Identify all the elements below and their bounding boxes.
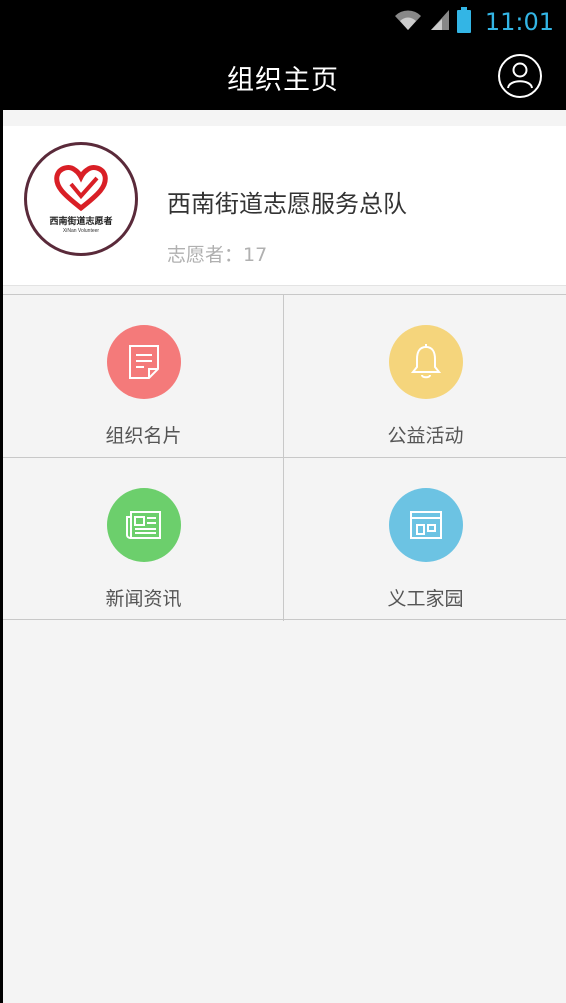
page-title: 组织主页 (227, 64, 339, 96)
menu-grid: 组织名片 公益活动 新闻资讯 义工家园 (3, 294, 566, 621)
card-icon (106, 325, 181, 399)
status-bar: 11:01 (0, 0, 566, 44)
menu-item-activities[interactable]: 公益活动 (285, 295, 566, 458)
logo-text-cn: 西南街道志愿者 (49, 217, 113, 227)
heart-logo-icon (54, 165, 108, 212)
menu-item-volunteer-home[interactable]: 义工家园 (285, 458, 566, 621)
menu-item-label: 义工家园 (387, 588, 464, 610)
home-icon (388, 488, 463, 562)
bell-icon (388, 325, 463, 399)
signal-icon (429, 8, 451, 36)
main-content: 西南街道志愿者 XiNan Volunteer 西南街道志愿服务总队 志愿者：1… (3, 110, 566, 1003)
logo-text-en: XiNan Volunteer (62, 228, 100, 234)
profile-button[interactable] (498, 54, 542, 98)
menu-item-news[interactable]: 新闻资讯 (3, 458, 284, 621)
org-logo: 西南街道志愿者 XiNan Volunteer (24, 142, 138, 256)
menu-item-label: 新闻资讯 (105, 588, 182, 610)
battery-icon (456, 7, 471, 37)
app-bar: 组织主页 (0, 44, 566, 110)
menu-item-org-card[interactable]: 组织名片 (3, 295, 284, 458)
menu-item-label: 公益活动 (387, 425, 464, 447)
org-header-card[interactable]: 西南街道志愿者 XiNan Volunteer 西南街道志愿服务总队 志愿者：1… (3, 126, 566, 286)
org-volunteer-count: 志愿者：17 (167, 244, 268, 266)
menu-item-label: 组织名片 (105, 425, 182, 447)
user-profile-icon (505, 59, 535, 93)
org-name: 西南街道志愿服务总队 (167, 190, 407, 218)
newspaper-icon (106, 488, 181, 562)
status-time: 11:01 (484, 8, 554, 36)
wifi-icon (393, 8, 423, 36)
